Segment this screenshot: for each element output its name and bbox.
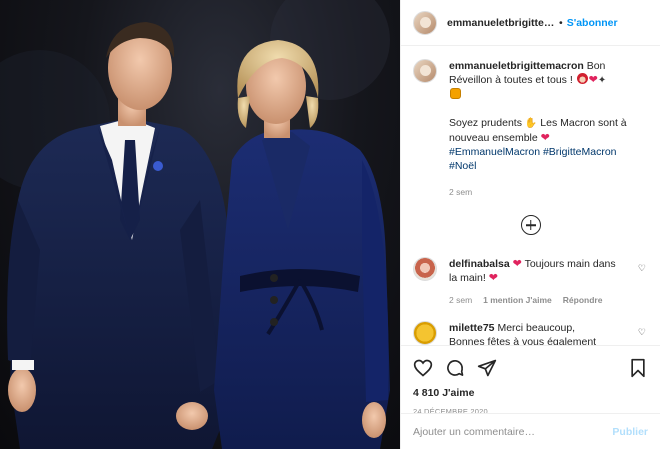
comment-username[interactable]: milette75 <box>449 322 495 334</box>
caption-username[interactable]: emmanueletbrigittemacron <box>449 60 584 72</box>
caption-avatar[interactable] <box>413 59 437 83</box>
pray-emoji: ✋ <box>524 118 538 129</box>
profile-avatar[interactable] <box>413 10 437 35</box>
heart-emoji: ❤ <box>488 272 498 284</box>
comment-like-heart-icon[interactable]: ♡ <box>638 263 646 274</box>
like-count[interactable]: 4 810 J'aime <box>413 387 648 399</box>
post-comment-button[interactable]: Publier <box>612 426 648 438</box>
comment-body-continued: Bonnes fêtes à vous également <box>449 336 597 345</box>
header-separator: • <box>559 16 563 29</box>
heart-emoji: ❤ <box>540 132 550 144</box>
couple-photo-illustration <box>0 0 390 449</box>
comments-scroll-area[interactable]: emmanueletbrigittemacron Bon Réveillon à… <box>401 47 660 345</box>
comment-text: delfinabalsa ❤ Toujours main dans la mai… <box>449 257 624 285</box>
bookmark-icon[interactable] <box>628 358 648 378</box>
commenter-avatar[interactable] <box>413 257 437 281</box>
commenter-avatar[interactable] <box>413 321 437 345</box>
hashtag-link[interactable]: #EmmanuelMacron <box>449 146 540 158</box>
comment-username[interactable]: delfinabalsa <box>449 258 510 270</box>
comment-likes[interactable]: 1 mention J'aime <box>483 295 552 305</box>
caption-text: emmanueletbrigittemacron Bon Réveillon à… <box>449 59 648 199</box>
reply-button[interactable]: Répondre <box>563 295 603 305</box>
comment-icon[interactable] <box>445 358 465 378</box>
hashtag-link[interactable]: #Noël <box>449 160 476 172</box>
gift-emoji <box>450 88 461 99</box>
header-username[interactable]: emmanueletbrigittemacron <box>447 17 555 29</box>
comment-item: delfinabalsa ❤ Toujours main dans la mai… <box>413 257 648 305</box>
action-icons <box>413 356 648 380</box>
comment-input[interactable] <box>413 425 613 438</box>
santa-emoji <box>576 73 588 84</box>
post-header: emmanueletbrigittemacron • S'abonner <box>401 0 660 46</box>
heart-icon[interactable] <box>413 358 433 378</box>
instagram-post: emmanueletbrigittemacron • S'abonner emm… <box>0 0 660 449</box>
follow-button[interactable]: S'abonner <box>567 17 618 29</box>
comment-text: milette75 Merci beaucoup, Bonnes fêtes à… <box>449 321 624 345</box>
caption-line-2: Soyez prudents <box>449 117 522 129</box>
post-actions: 4 810 J'aime 24 décembre 2020 <box>401 345 660 416</box>
add-comment-bar: Publier <box>401 413 660 449</box>
plus-circle-icon[interactable] <box>520 215 541 235</box>
comment-like-heart-icon[interactable]: ♡ <box>638 327 646 338</box>
share-icon[interactable] <box>477 358 497 378</box>
caption: emmanueletbrigittemacron Bon Réveillon à… <box>413 59 648 199</box>
comment-item: milette75 Merci beaucoup, Bonnes fêtes à… <box>413 321 648 345</box>
heart-emoji: ❤ <box>512 258 522 270</box>
comment-body: Merci beaucoup, <box>497 322 576 334</box>
hashtag-link[interactable]: #BrigitteMacron <box>543 146 617 158</box>
comment-meta: 2 sem 1 mention J'aime Répondre <box>449 295 648 305</box>
comment-timestamp[interactable]: 2 sem <box>449 295 472 305</box>
post-side-panel: emmanueletbrigittemacron • S'abonner emm… <box>400 0 660 449</box>
post-photo[interactable] <box>0 0 400 449</box>
tree-emoji: ✦ <box>597 75 607 86</box>
caption-timestamp[interactable]: 2 sem <box>449 185 648 199</box>
heart-emoji: ❤ <box>588 74 598 86</box>
